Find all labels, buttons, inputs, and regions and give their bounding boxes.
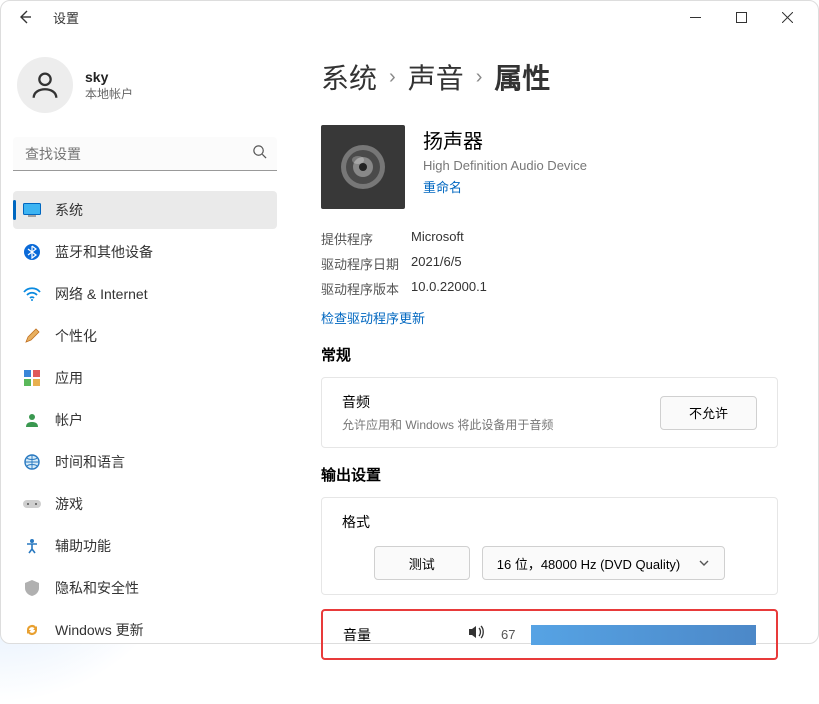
volume-panel: 音量 67 [321,609,778,660]
shield-icon [23,579,41,597]
sidebar-item-network[interactable]: 网络 & Internet [13,275,277,313]
disallow-button[interactable]: 不允许 [660,396,757,430]
gaming-icon [23,495,41,513]
sidebar-item-label: 隐私和安全性 [55,578,139,598]
accessibility-icon [23,537,41,555]
chevron-right-icon: › [476,66,483,89]
close-button[interactable] [764,1,810,33]
sidebar-item-system[interactable]: 系统 [13,191,277,229]
brush-icon [23,327,41,345]
profile-type: 本地帐户 [85,85,133,102]
profile-block[interactable]: sky 本地帐户 [13,49,277,133]
format-label: 格式 [342,512,757,532]
system-icon [23,201,41,219]
sidebar-item-apps[interactable]: 应用 [13,359,277,397]
wifi-icon [23,285,41,303]
format-select[interactable]: 16 位，48000 Hz (DVD Quality) [482,546,726,580]
speaker-icon [467,623,485,646]
sidebar-item-label: 应用 [55,368,83,388]
sidebar-item-label: 游戏 [55,494,83,514]
device-subtitle: High Definition Audio Device [423,158,587,173]
audio-panel: 音频 允许应用和 Windows 将此设备用于音频 不允许 [321,377,778,448]
close-icon [782,12,793,23]
profile-name: sky [85,69,133,85]
breadcrumb-current: 属性 [494,57,550,97]
back-arrow-icon [17,9,33,25]
app-title: 设置 [53,8,79,27]
sidebar-item-windows-update[interactable]: Windows 更新 [13,611,277,649]
format-panel: 格式 测试 16 位，48000 Hz (DVD Quality) [321,497,778,595]
check-updates-link[interactable]: 检查驱动程序更新 [321,311,425,326]
search-icon [252,144,267,164]
audio-title: 音频 [342,392,553,412]
sidebar-item-label: 系统 [55,200,83,220]
back-button[interactable] [9,1,41,33]
sidebar-item-accounts[interactable]: 帐户 [13,401,277,439]
maximize-button[interactable] [718,1,764,33]
driver-version-label: 驱动程序版本 [321,279,411,298]
person-icon [28,68,62,102]
provider-label: 提供程序 [321,229,411,248]
breadcrumb: 系统 › 声音 › 属性 [321,57,778,97]
sidebar-item-label: 网络 & Internet [55,284,148,304]
volume-slider[interactable] [531,625,756,645]
sidebar-item-label: 帐户 [55,410,83,430]
rename-link[interactable]: 重命名 [423,177,587,196]
speaker-device-icon [321,125,405,209]
sidebar-item-personalization[interactable]: 个性化 [13,317,277,355]
volume-label: 音量 [343,625,371,645]
apps-icon [23,369,41,387]
general-section-title: 常规 [321,344,778,365]
chevron-down-icon [698,557,710,569]
bluetooth-icon [23,243,41,261]
chevron-right-icon: › [389,66,396,89]
volume-value: 67 [501,627,515,642]
test-button[interactable]: 测试 [374,546,470,580]
driver-version-value: 10.0.22000.1 [411,279,487,298]
sidebar-item-bluetooth[interactable]: 蓝牙和其他设备 [13,233,277,271]
driver-date-value: 2021/6/5 [411,254,462,273]
maximize-icon [736,12,747,23]
sidebar-item-time-language[interactable]: 时间和语言 [13,443,277,481]
breadcrumb-sound[interactable]: 声音 [408,57,464,97]
provider-value: Microsoft [411,229,464,248]
sidebar-item-gaming[interactable]: 游戏 [13,485,277,523]
sidebar-item-label: 时间和语言 [55,452,125,472]
device-title: 扬声器 [423,125,587,154]
sidebar-item-label: 个性化 [55,326,97,346]
update-icon [23,621,41,639]
audio-desc: 允许应用和 Windows 将此设备用于音频 [342,416,553,433]
sidebar-item-label: 辅助功能 [55,536,111,556]
driver-date-label: 驱动程序日期 [321,254,411,273]
sidebar-item-accessibility[interactable]: 辅助功能 [13,527,277,565]
output-section-title: 输出设置 [321,464,778,485]
breadcrumb-system[interactable]: 系统 [321,57,377,97]
search-input[interactable] [13,137,277,171]
globe-icon [23,453,41,471]
account-icon [23,411,41,429]
minimize-icon [690,12,701,23]
minimize-button[interactable] [672,1,718,33]
avatar [17,57,73,113]
sidebar-item-label: Windows 更新 [55,620,144,640]
sidebar-item-privacy[interactable]: 隐私和安全性 [13,569,277,607]
format-value: 16 位，48000 Hz (DVD Quality) [497,554,681,573]
sidebar-item-label: 蓝牙和其他设备 [55,242,153,262]
